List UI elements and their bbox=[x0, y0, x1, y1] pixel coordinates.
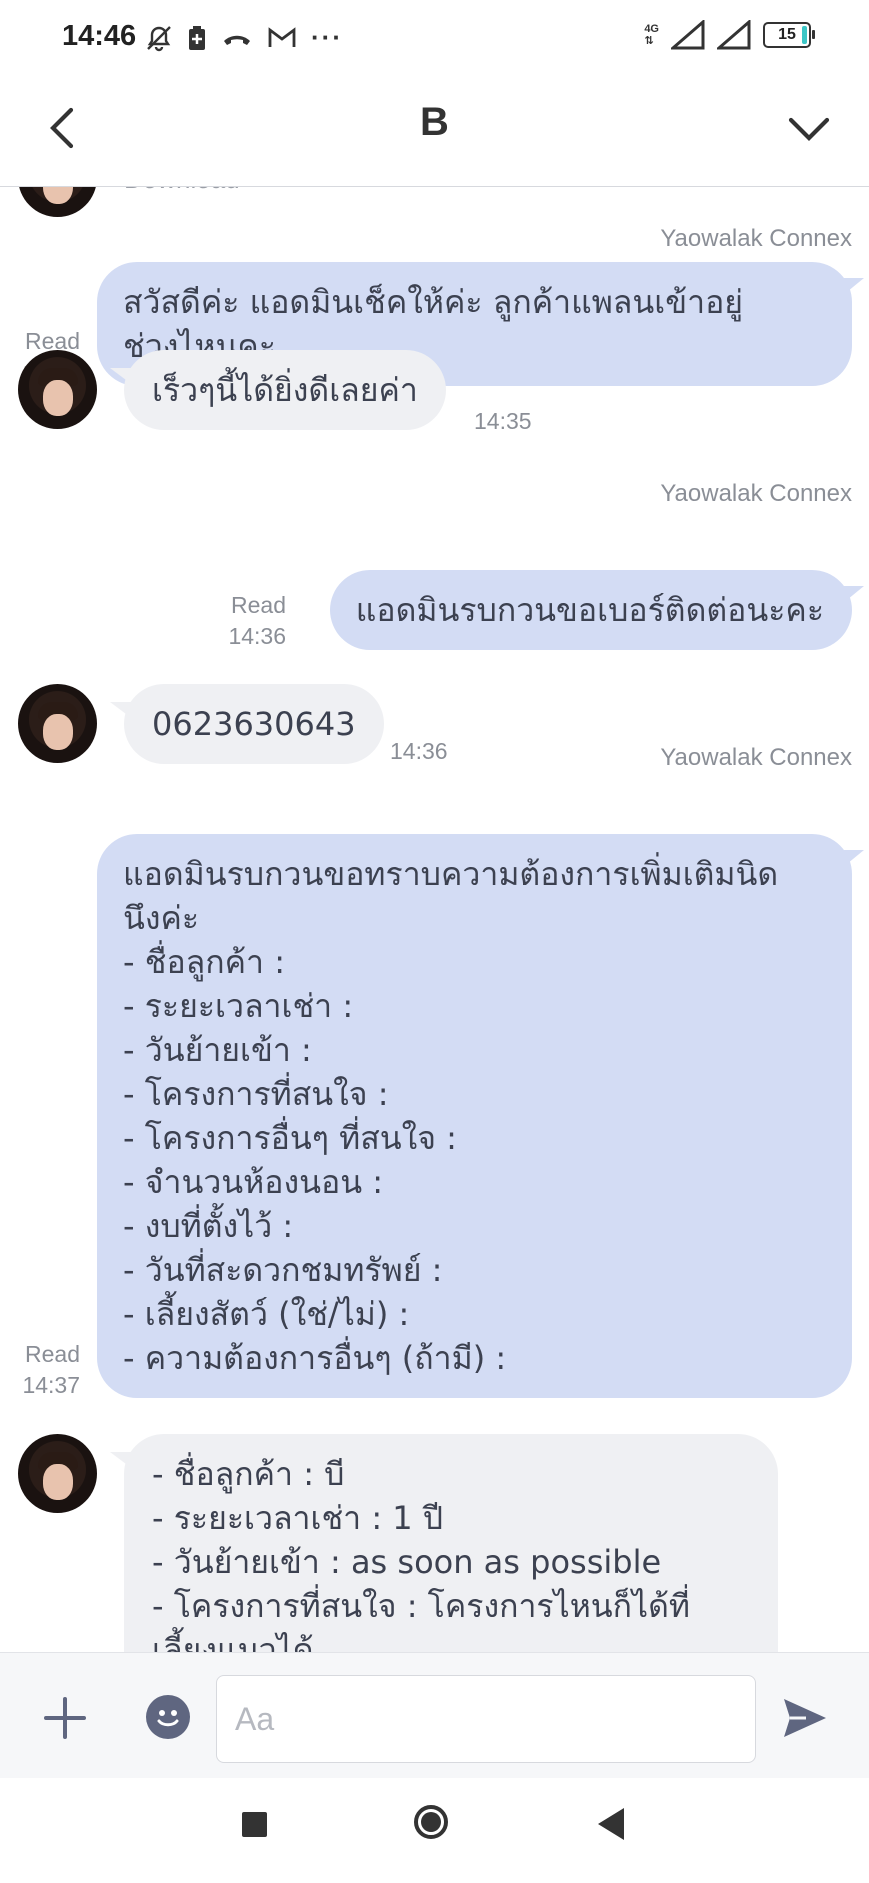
battery-fill bbox=[802, 26, 807, 44]
smiley-face-glyph bbox=[157, 1710, 179, 1727]
gmail-icon bbox=[268, 26, 296, 47]
read-label: Read bbox=[231, 592, 286, 618]
status-time: 14:46 bbox=[62, 20, 137, 52]
message-input-bar bbox=[0, 1652, 869, 1779]
sender-name: Yaowalak Connex bbox=[660, 480, 852, 507]
message-time: 14:37 bbox=[22, 1372, 80, 1398]
home-button[interactable] bbox=[414, 1805, 448, 1839]
bell-off-icon bbox=[147, 25, 171, 51]
outgoing-message[interactable]: แอดมินรบกวนขอทราบความต้องการเพิ่มเติมนิด… bbox=[97, 834, 864, 1398]
incoming-message[interactable]: 0623630643 bbox=[110, 684, 384, 764]
data-arrows-icon: ⇅ bbox=[644, 35, 654, 47]
network-indicator: 4G ⇅ bbox=[644, 23, 659, 47]
read-label: Read bbox=[25, 1341, 80, 1367]
system-back-button[interactable] bbox=[598, 1808, 624, 1840]
plus-icon[interactable] bbox=[42, 1695, 88, 1741]
status-icons-left: ··· bbox=[145, 22, 343, 53]
status-icons-right: 4G ⇅ 15 bbox=[644, 20, 815, 50]
battery-icon: 15 bbox=[763, 22, 815, 48]
signal-icon-2 bbox=[717, 20, 751, 50]
system-nav-bar bbox=[0, 1778, 869, 1883]
battery-saver-icon bbox=[189, 25, 205, 50]
contact-avatar[interactable] bbox=[18, 350, 97, 429]
message-time: 14:36 bbox=[228, 623, 286, 649]
message-input[interactable] bbox=[216, 1675, 756, 1763]
message-time: 14:36 bbox=[390, 738, 448, 764]
read-receipt: Read 14:36 bbox=[210, 590, 286, 652]
signal-icon bbox=[671, 20, 705, 50]
sender-name: Yaowalak Connex bbox=[660, 225, 852, 252]
recent-apps-button[interactable] bbox=[242, 1812, 267, 1837]
status-bar: 14:46 ··· 4G ⇅ 15 bbox=[0, 0, 869, 78]
chat-title[interactable]: B bbox=[0, 100, 869, 145]
incoming-message[interactable]: เร็วๆนี้ได้ยิ่งดีเลยค่า bbox=[110, 350, 446, 430]
message-time: 14:35 bbox=[474, 408, 532, 434]
outgoing-message[interactable]: แอดมินรบกวนขอเบอร์ติดต่อนะคะ bbox=[329, 570, 865, 650]
send-icon[interactable] bbox=[780, 1693, 830, 1743]
missed-call-icon bbox=[224, 35, 250, 45]
smiley-icon[interactable] bbox=[146, 1695, 190, 1739]
partial-message-text: Download bbox=[124, 186, 240, 195]
contact-avatar[interactable] bbox=[18, 186, 97, 217]
chat-menu-button[interactable] bbox=[779, 98, 839, 158]
chevron-down-icon bbox=[788, 117, 830, 141]
sender-name: Yaowalak Connex bbox=[660, 744, 852, 771]
contact-avatar[interactable] bbox=[18, 1434, 97, 1513]
contact-avatar[interactable] bbox=[18, 684, 97, 763]
more-notifications-icon: ··· bbox=[311, 22, 343, 52]
battery-level: 15 bbox=[778, 26, 796, 43]
network-type: 4G bbox=[644, 23, 659, 35]
incoming-message[interactable]: - ชื่อลูกค้า : บี - ระยะเวลาเช่า : 1 ปี … bbox=[110, 1434, 778, 1652]
chat-messages[interactable]: Download Yaowalak Connex Read 14:35 สวัส… bbox=[0, 186, 869, 1652]
chat-header: B bbox=[0, 78, 869, 187]
home-dot bbox=[421, 1812, 441, 1832]
read-receipt: Read 14:37 bbox=[14, 1339, 80, 1401]
